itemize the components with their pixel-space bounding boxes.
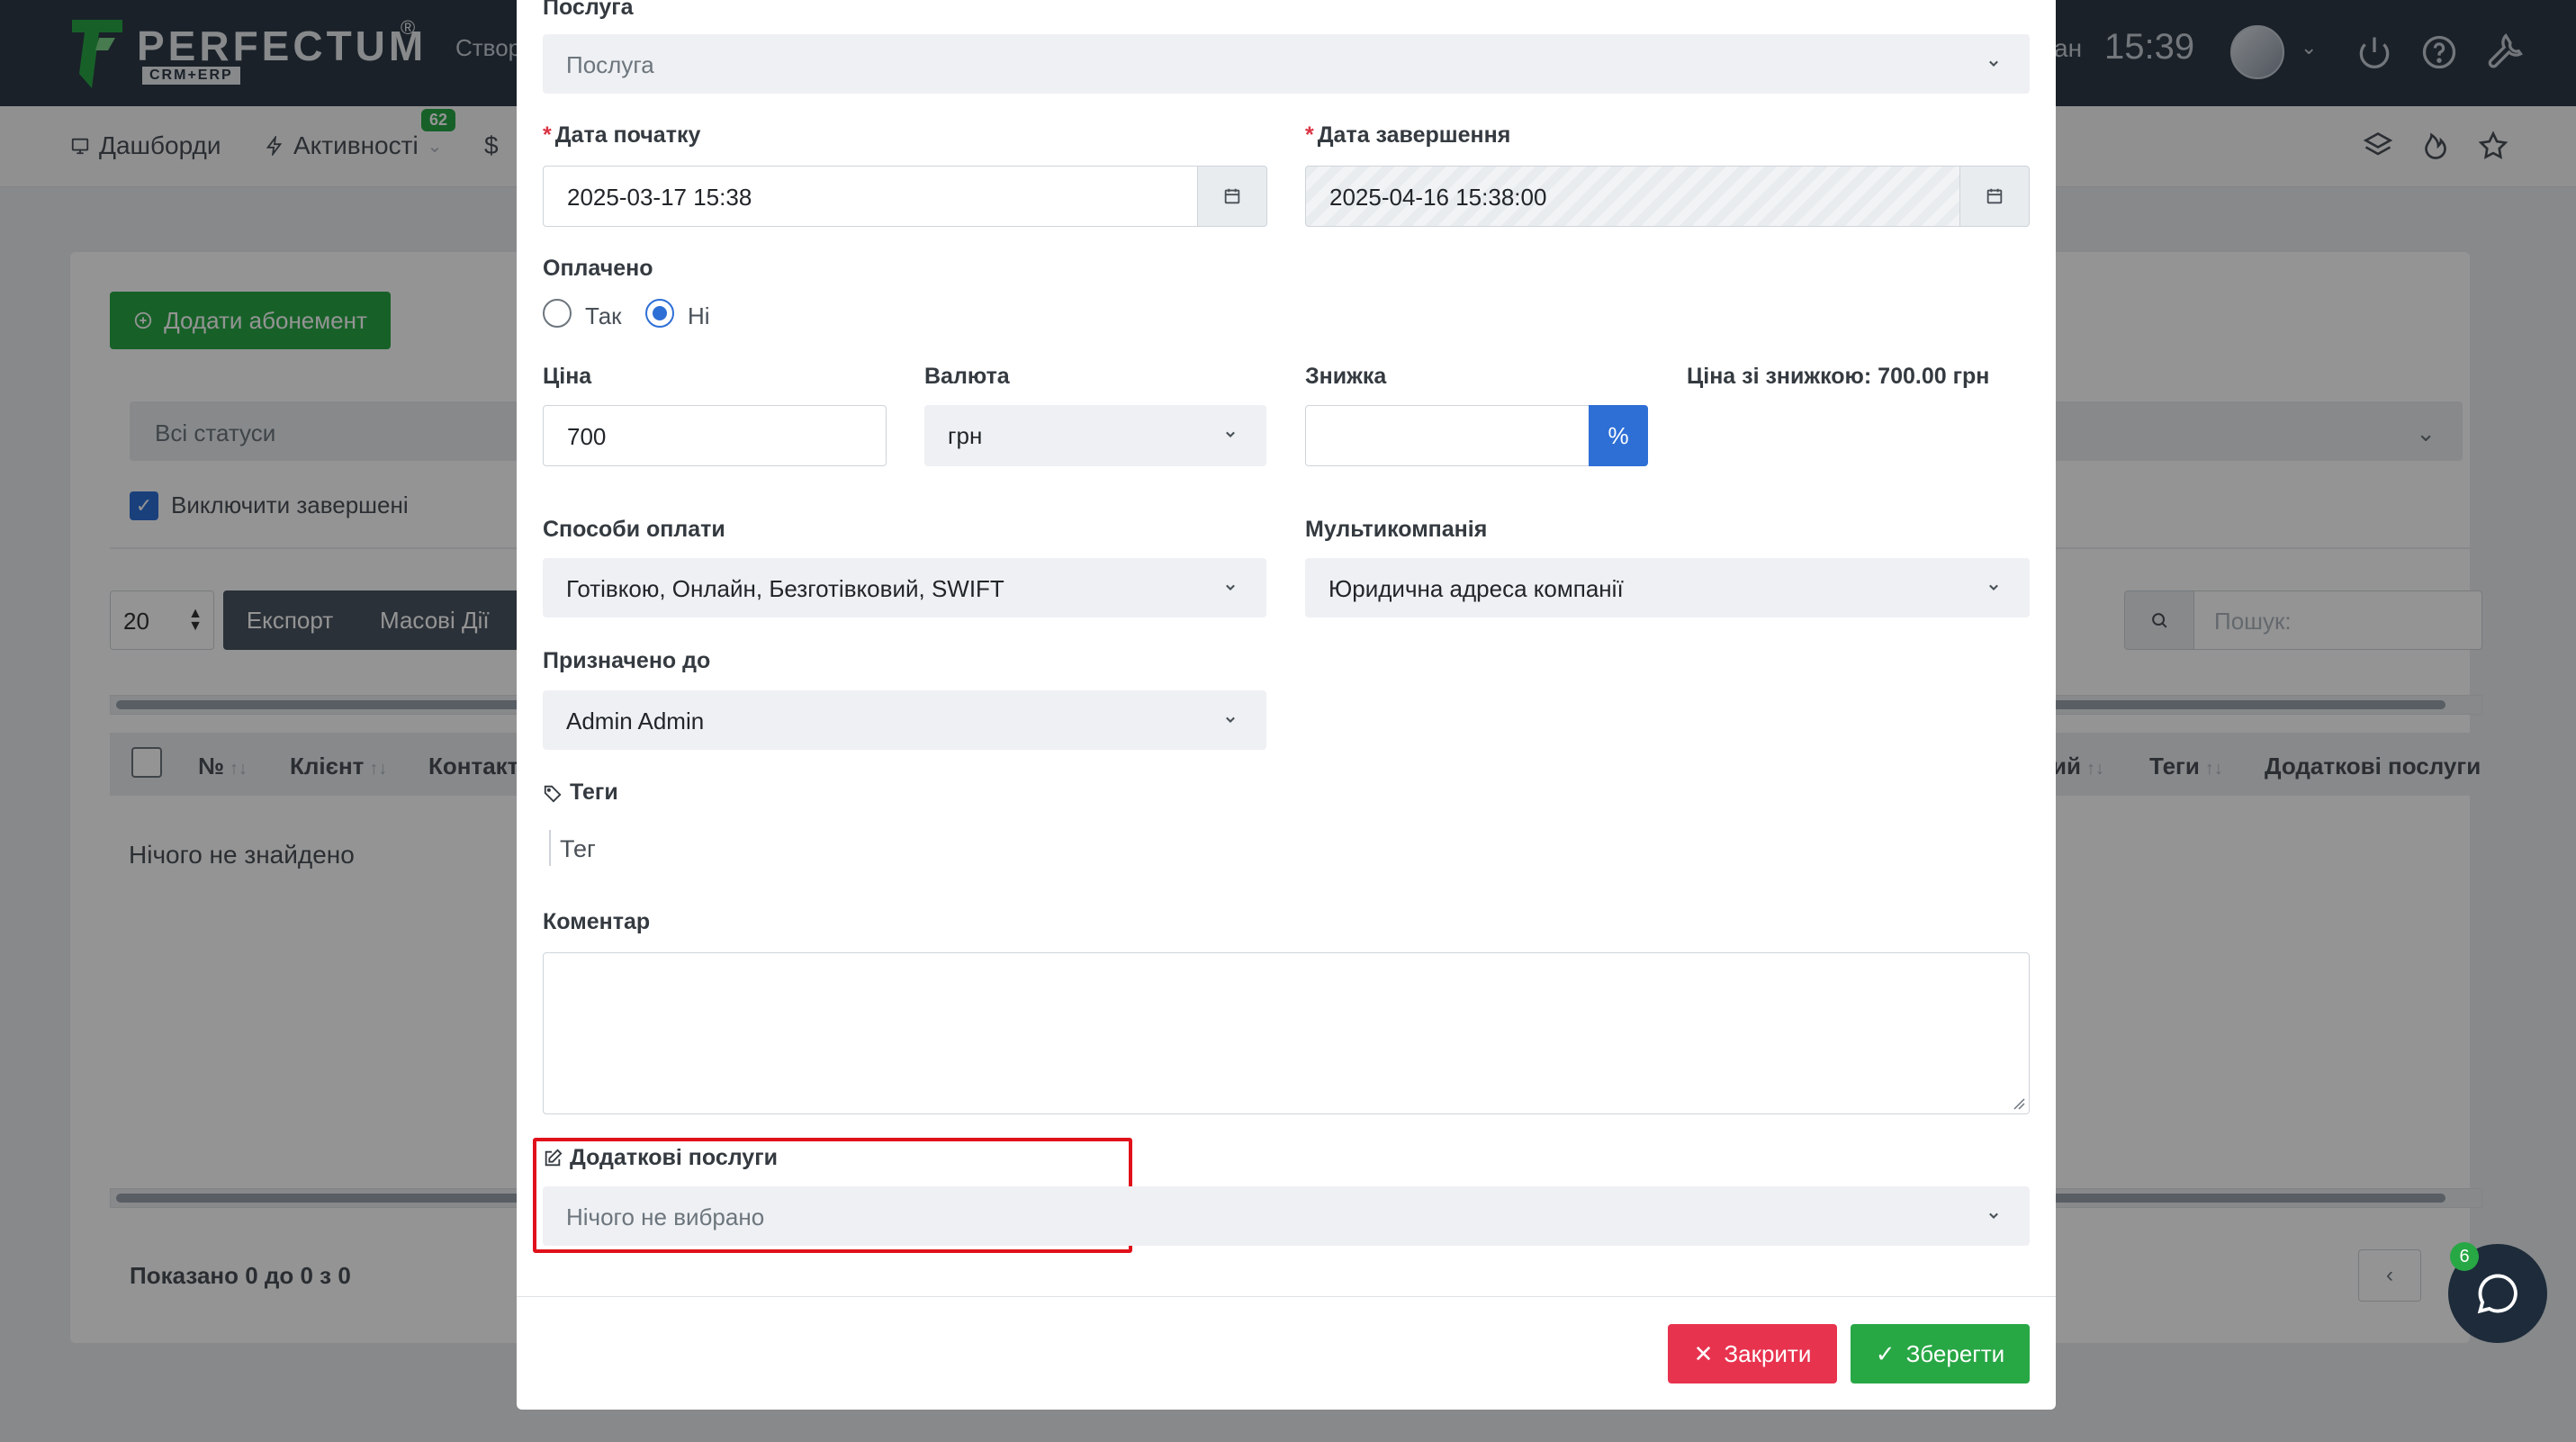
end-date-input: 2025-04-16 15:38:00 <box>1305 166 1960 227</box>
resize-handle-icon[interactable] <box>2013 1097 2025 1110</box>
edit-icon <box>545 1149 563 1166</box>
start-date-label: * Дата початку <box>543 122 700 149</box>
price-input[interactable]: 700 <box>543 405 887 466</box>
start-date-label-text: Дата початку <box>554 122 701 148</box>
payment-methods-label: Способи оплати <box>543 517 725 542</box>
save-button[interactable]: ✓ Зберегти <box>1851 1324 2030 1383</box>
currency-select[interactable]: грн <box>924 405 1266 466</box>
tags-label: Теги <box>570 780 618 805</box>
end-date-picker-button[interactable] <box>1959 166 2030 227</box>
payment-methods-select[interactable]: Готівкою, Онлайн, Безготівковий, SWIFT <box>543 558 1266 617</box>
modal-footer-divider <box>517 1296 2056 1297</box>
close-button[interactable]: ✕ Закрити <box>1668 1324 1837 1383</box>
chevron-down-icon <box>1226 431 1235 437</box>
extra-services-label: Додаткові послуги <box>570 1145 778 1170</box>
multicompany-select[interactable]: Юридична адреса компанії <box>1305 558 2030 617</box>
start-date-input[interactable]: 2025-03-17 15:38 <box>543 166 1198 227</box>
service-label: Послуга <box>543 0 634 20</box>
discounted-price-text: Ціна зі знижкою: 700.00 грн <box>1687 364 1990 389</box>
extra-services-select[interactable]: Нічого не вибрано <box>543 1186 2030 1246</box>
check-icon: ✓ <box>1875 1339 1896 1367</box>
start-date-picker-button[interactable] <box>1197 166 1267 227</box>
required-marker: * <box>543 122 552 148</box>
close-icon: ✕ <box>1693 1339 1714 1367</box>
discount-input[interactable] <box>1305 405 1590 466</box>
paid-no-radio[interactable] <box>645 299 674 328</box>
paid-label: Оплачено <box>543 256 653 281</box>
multicompany-value: Юридична адреса компанії <box>1329 575 1624 602</box>
price-label: Ціна <box>543 364 592 389</box>
payment-methods-value: Готівкою, Онлайн, Безготівковий, SWIFT <box>566 575 1004 602</box>
save-button-label: Зберегти <box>1905 1339 2005 1367</box>
calendar-icon <box>1224 188 1240 204</box>
paid-yes-radio[interactable] <box>543 299 572 328</box>
assigned-to-value: Admin Admin <box>566 707 705 735</box>
currency-label: Валюта <box>924 364 1010 389</box>
service-select-value: Послуга <box>566 51 654 78</box>
currency-select-value: грн <box>948 422 983 449</box>
chevron-down-icon <box>1989 584 1998 590</box>
multicompany-label: Мультикомпанія <box>1305 517 1488 542</box>
chat-unread-badge: 6 <box>2450 1242 2479 1271</box>
tags-heading: Теги <box>543 780 618 806</box>
comment-label: Коментар <box>543 909 651 934</box>
calendar-icon <box>1986 188 2003 204</box>
chevron-down-icon <box>1989 1212 1998 1219</box>
tags-input[interactable]: Тег <box>560 835 596 863</box>
extra-services-heading: Додаткові послуги <box>543 1145 778 1171</box>
required-marker: * <box>1305 122 1314 148</box>
chevron-down-icon <box>1989 60 1998 67</box>
assigned-to-select[interactable]: Admin Admin <box>543 690 1266 750</box>
chat-bubble-icon <box>2477 1274 2517 1314</box>
comment-textarea[interactable] <box>543 952 2030 1114</box>
paid-no-label[interactable]: Ні <box>688 302 710 330</box>
tag-icon <box>544 785 562 802</box>
discount-label: Знижка <box>1305 364 1387 389</box>
end-date-label: * Дата завершення <box>1305 122 1510 149</box>
assigned-to-label: Призначено до <box>543 648 711 673</box>
close-button-label: Закрити <box>1724 1339 1812 1367</box>
chevron-down-icon <box>1226 716 1235 723</box>
tags-caret <box>549 830 551 866</box>
paid-yes-label[interactable]: Так <box>585 302 622 330</box>
extra-services-value: Нічого не вибрано <box>566 1203 765 1230</box>
service-select[interactable]: Послуга <box>543 34 2030 94</box>
discount-unit-button[interactable]: % <box>1589 405 1648 466</box>
end-date-label-text: Дата завершення <box>1317 122 1511 148</box>
chevron-down-icon <box>1226 584 1235 590</box>
